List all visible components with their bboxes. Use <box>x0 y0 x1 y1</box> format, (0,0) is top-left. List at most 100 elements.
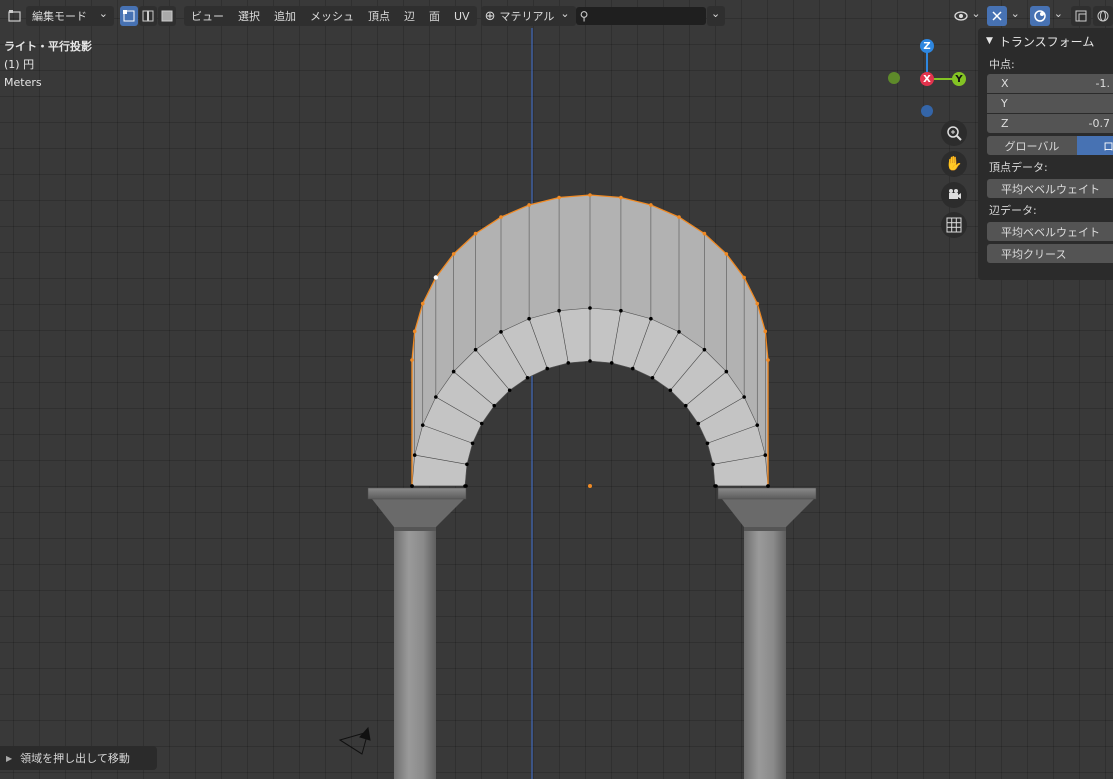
menu-view[interactable]: ビュー <box>184 6 231 26</box>
vertex <box>619 308 623 313</box>
collapse-arrow-icon: ▼ <box>986 36 993 46</box>
space-toggle: グローバル ロ <box>987 136 1113 155</box>
edge-bevel-weight-field[interactable]: 平均ベベルウェイト <box>987 222 1113 241</box>
median-z-field[interactable]: Z -0.7 <box>987 114 1113 133</box>
search-dropdown-button[interactable]: ⌄ <box>706 6 725 26</box>
chevron-down-icon: ⌄ <box>710 6 721 20</box>
zoom-icon <box>947 126 962 141</box>
selected-vertex <box>588 193 592 197</box>
vertex <box>479 421 484 426</box>
vertex <box>650 375 655 380</box>
camera-icon <box>949 189 961 199</box>
ortho-toggle-button[interactable] <box>941 212 967 238</box>
vertex <box>473 347 478 352</box>
selected-vertex <box>763 329 768 334</box>
search-input[interactable] <box>590 8 695 24</box>
visibility-icon[interactable] <box>952 7 970 25</box>
gizmo-toggle-button[interactable] <box>986 6 1007 26</box>
mode-dropdown[interactable]: 編集モード <box>26 6 114 26</box>
gizmo-x-axis[interactable]: X <box>920 72 934 86</box>
x-value: -1. <box>1095 77 1110 90</box>
vertex-data-label: 頂点データ: <box>989 161 1048 174</box>
zoom-button[interactable] <box>941 120 967 146</box>
vertex <box>696 421 701 426</box>
selected-vertex <box>677 215 681 219</box>
menu-add[interactable]: 追加 <box>267 6 303 26</box>
search-box[interactable]: ⚲ <box>575 7 706 25</box>
selected-vertex <box>649 203 653 207</box>
vertex <box>630 366 635 371</box>
gizmo-z-axis[interactable]: Z <box>920 39 934 53</box>
selected-vertex <box>410 358 414 362</box>
xray-icon <box>1075 10 1087 22</box>
selected-vertex <box>451 252 456 256</box>
menu-uv[interactable]: UV <box>447 6 477 26</box>
selected-vertex <box>527 203 531 207</box>
overlay-toggle-button[interactable] <box>1029 6 1050 26</box>
vertex-select-button[interactable] <box>120 6 138 26</box>
z-label: Z <box>1001 117 1009 130</box>
selected-vertex <box>420 301 425 306</box>
object-origin <box>588 484 592 488</box>
shading-wireframe-button[interactable] <box>1093 6 1113 26</box>
menu-select[interactable]: 選択 <box>231 6 267 26</box>
vertex-bevel-weight-field[interactable]: 平均ベベルウェイト <box>987 179 1113 198</box>
selected-vertex <box>702 231 707 236</box>
vertex <box>420 423 425 427</box>
chevron-down-icon[interactable]: ⌄ <box>1011 7 1020 20</box>
header-toolbar: 編集モード ビュー 選択 追加 メッシュ 頂点 辺 面 UV ⊕ マテリアル ⚲… <box>0 0 1113 32</box>
edge-data-label: 辺データ: <box>989 204 1037 217</box>
pan-button[interactable]: ✋ <box>941 151 967 177</box>
selected-vertex <box>724 252 729 256</box>
vertex <box>566 361 571 365</box>
gizmo-neg-y-axis[interactable] <box>888 72 900 84</box>
chevron-down-icon[interactable]: ⌄ <box>971 7 980 20</box>
xray-toggle-button[interactable] <box>1071 6 1091 26</box>
vertex <box>742 395 746 399</box>
local-button[interactable]: ロ <box>1077 136 1113 155</box>
vertex <box>451 369 456 374</box>
vertex <box>668 388 673 393</box>
vertex <box>755 423 760 427</box>
vertex <box>410 484 414 488</box>
edge-select-button[interactable] <box>139 6 157 26</box>
vertex <box>677 330 681 334</box>
menu-mesh[interactable]: メッシュ <box>303 6 361 26</box>
menu-edge[interactable]: 辺 <box>397 6 422 26</box>
hand-icon: ✋ <box>945 156 963 172</box>
right-column <box>717 487 817 779</box>
menu-vertex[interactable]: 頂点 <box>361 6 397 26</box>
vertex <box>545 366 550 371</box>
median-x-field[interactable]: X -1. <box>987 74 1113 93</box>
camera-view-button[interactable] <box>941 182 967 208</box>
vertex <box>465 462 469 467</box>
vertex <box>412 453 417 457</box>
selected-vertex <box>557 195 561 200</box>
editor-type-icon[interactable] <box>6 7 24 25</box>
object-name: (1) 円 <box>4 58 35 71</box>
vertex <box>702 347 707 352</box>
edge-crease-field[interactable]: 平均クリース <box>987 244 1113 263</box>
global-button[interactable]: グローバル <box>987 136 1077 155</box>
gizmo-neg-z-axis[interactable] <box>921 105 933 117</box>
gizmo-y-axis[interactable]: Y <box>952 72 966 86</box>
x-label: X <box>1001 77 1009 90</box>
left-column <box>367 487 467 779</box>
vertex-select-icon <box>123 10 135 22</box>
panel-header[interactable]: ▼ トランスフォーム <box>978 28 1113 54</box>
y-label: Y <box>1001 97 1008 110</box>
expand-arrow-icon: ▶ <box>6 753 13 763</box>
menu-face[interactable]: 面 <box>422 6 447 26</box>
chevron-down-icon[interactable]: ⌄ <box>1054 7 1063 20</box>
vertex <box>470 441 475 446</box>
last-operator-panel[interactable]: ▶ 領域を押し出して移動 <box>0 746 157 770</box>
vertex <box>609 361 614 365</box>
median-y-field[interactable]: Y <box>987 94 1113 113</box>
overlay-icon <box>1034 10 1046 22</box>
material-dropdown[interactable]: ⊕ マテリアル <box>480 6 576 26</box>
material-label: マテリアル <box>499 10 555 23</box>
mode-label: 編集モード <box>32 10 87 23</box>
gizmo-z-label: Z <box>923 40 931 52</box>
median-label: 中点: <box>989 58 1015 71</box>
face-select-button[interactable] <box>158 6 176 26</box>
